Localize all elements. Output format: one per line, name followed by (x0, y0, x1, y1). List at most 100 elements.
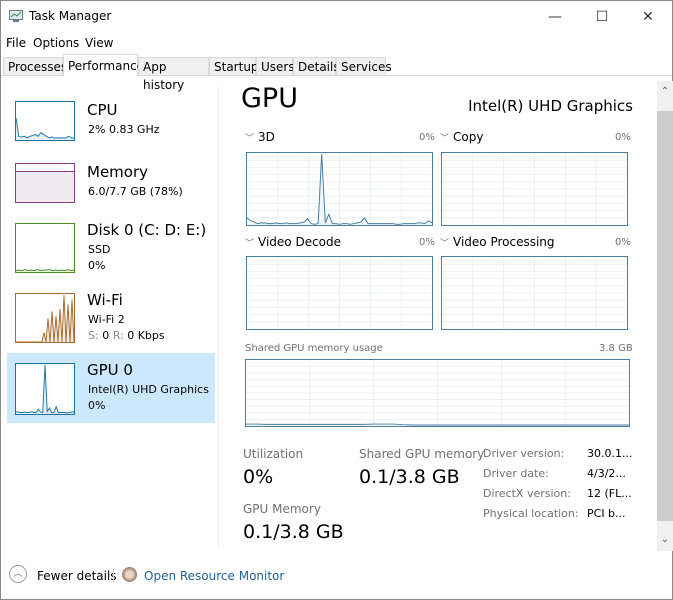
vertical-scrollbar[interactable]: ⌃ ⌄ (657, 81, 673, 551)
cpu-thumbnail-graph (15, 101, 75, 141)
maximize-icon: ☐ (595, 9, 609, 25)
driver-date-value: 4/3/2... (587, 467, 626, 480)
sidebar-item-disk[interactable]: Disk 0 (C: D: E:) SSD 0% (7, 215, 215, 285)
engine-label: Video Decode (258, 235, 342, 249)
memory-usage-fill (16, 171, 74, 202)
sidebar-item-label: Wi-Fi (87, 291, 123, 309)
resource-monitor-icon (122, 567, 137, 582)
engine-graph-3d (246, 152, 433, 226)
chevron-up-icon: ⌃ (660, 86, 670, 97)
device-name: Intel(R) UHD Graphics (468, 97, 633, 115)
fewer-details-button[interactable]: Fewer details (37, 569, 117, 583)
send-value: 0 (102, 329, 110, 342)
memory-thumbnail-graph (15, 163, 75, 203)
window-title: Task Manager (29, 9, 112, 23)
chevron-down-icon: ﹀ (440, 134, 450, 144)
sidebar-item-detail: Intel(R) UHD Graphics (88, 383, 209, 396)
scrollbar-thumb[interactable] (657, 111, 673, 521)
sidebar-item-detail: SSD (88, 243, 111, 256)
sidebar-item-detail: 6.0/7.7 GB (78%) (88, 185, 183, 198)
shared-memory-label: Shared GPU memory (359, 447, 485, 461)
task-manager-icon (9, 10, 23, 22)
scroll-up-button[interactable]: ⌃ (657, 83, 673, 101)
tab-users[interactable]: Users (256, 57, 295, 75)
tab-performance[interactable]: Performance (63, 54, 144, 76)
shared-memory-value: 0.1/3.8 GB (359, 466, 460, 488)
shared-memory-graph-max: 3.8 GB (599, 343, 633, 354)
sidebar-item-label: Memory (87, 163, 149, 181)
sidebar-item-detail: 2% 0.83 GHz (88, 123, 160, 136)
physical-location-value: PCI b... (587, 507, 626, 520)
utilization-value: 0% (243, 466, 274, 488)
sidebar-item-wifi[interactable]: Wi-Fi Wi-Fi 2 S: 0 R: 0 Kbps (7, 283, 215, 353)
sidebar-item-label: GPU 0 (87, 361, 133, 379)
driver-version-label: Driver version: (483, 447, 565, 460)
sidebar-item-cpu[interactable]: CPU 2% 0.83 GHz (7, 91, 215, 161)
driver-date-label: Driver date: (483, 467, 549, 480)
sidebar-item-label: CPU (87, 101, 118, 119)
task-manager-window: Task Manager — ☐ ✕ File Options View Pro… (0, 0, 673, 600)
menu-view[interactable]: View (85, 36, 113, 50)
graph-line (16, 117, 74, 139)
graph-grid (247, 257, 432, 329)
page-title: GPU (241, 83, 298, 114)
physical-location-label: Physical location: (483, 507, 579, 520)
tab-app-history[interactable]: App history (138, 57, 209, 92)
minimize-button[interactable]: — (532, 1, 578, 33)
tab-startup[interactable]: Startup (209, 57, 259, 75)
engine-selector-video-decode[interactable]: ﹀ Video Decode (245, 235, 341, 249)
open-resource-monitor-link[interactable]: Open Resource Monitor (144, 569, 284, 583)
chevron-down-icon: ﹀ (245, 239, 255, 249)
receive-label: R: (112, 329, 124, 342)
sidebar-item-throughput: S: 0 R: 0 Kbps (88, 329, 165, 342)
footer-divider (113, 569, 114, 583)
chevron-up-circle-icon[interactable]: ︿ (9, 565, 27, 583)
sidebar-item-memory[interactable]: Memory 6.0/7.7 GB (78%) (7, 153, 215, 223)
chevron-down-icon: ﹀ (245, 134, 255, 144)
menu-file[interactable]: File (6, 36, 26, 50)
graph-grid (247, 153, 432, 225)
gpu-memory-value: 0.1/3.8 GB (243, 521, 344, 543)
engine-percent: 0% (615, 132, 631, 143)
engine-percent: 0% (419, 132, 435, 143)
tab-details[interactable]: Details (293, 57, 340, 75)
sidebar-item-usage: 0% (88, 399, 106, 412)
shared-memory-graph-label: Shared GPU memory usage (245, 343, 383, 354)
graph-grid (246, 360, 629, 426)
receive-value: 0 Kbps (127, 329, 165, 342)
disk-thumbnail-graph (15, 223, 75, 273)
scroll-down-button[interactable]: ⌄ (657, 531, 673, 549)
engine-graph-copy (441, 152, 628, 226)
engine-label: 3D (258, 130, 275, 144)
graph-line (16, 294, 74, 342)
wifi-thumbnail-graph (15, 293, 75, 343)
title-bar: Task Manager — ☐ ✕ (1, 1, 672, 33)
engine-graph-video-processing (441, 256, 628, 330)
engine-percent: 0% (419, 237, 435, 248)
menu-options[interactable]: Options (33, 36, 79, 50)
tab-bar: Processes Performance App history Startu… (1, 54, 672, 92)
chevron-down-icon: ⌄ (660, 534, 670, 545)
gpu-memory-label: GPU Memory (243, 502, 321, 516)
tab-services[interactable]: Services (336, 57, 392, 75)
directx-version-value: 12 (FL... (587, 487, 632, 500)
close-button[interactable]: ✕ (625, 1, 671, 33)
engine-label: Video Processing (453, 235, 555, 249)
maximize-button[interactable]: ☐ (579, 1, 625, 33)
sidebar-item-detail: Wi-Fi 2 (88, 313, 125, 326)
sidebar-item-label: Disk 0 (C: D: E:) (87, 221, 207, 239)
engine-selector-3d[interactable]: ﹀ 3D (245, 130, 275, 144)
engine-selector-copy[interactable]: ﹀ Copy (440, 130, 483, 144)
graph-grid (442, 257, 627, 329)
shared-memory-graph (245, 359, 630, 427)
chevron-down-icon: ﹀ (440, 239, 450, 249)
send-label: S: (88, 329, 99, 342)
graph-grid (442, 153, 627, 225)
gpu-thumbnail-graph (15, 363, 75, 415)
footer-bar: ︿ Fewer details Open Resource Monitor (1, 561, 672, 591)
utilization-label: Utilization (243, 447, 304, 461)
sidebar-item-gpu[interactable]: GPU 0 Intel(R) UHD Graphics 0% (7, 353, 215, 423)
engine-graph-video-decode (246, 256, 433, 330)
engine-selector-video-processing[interactable]: ﹀ Video Processing (440, 235, 555, 249)
tab-processes[interactable]: Processes (3, 57, 67, 75)
